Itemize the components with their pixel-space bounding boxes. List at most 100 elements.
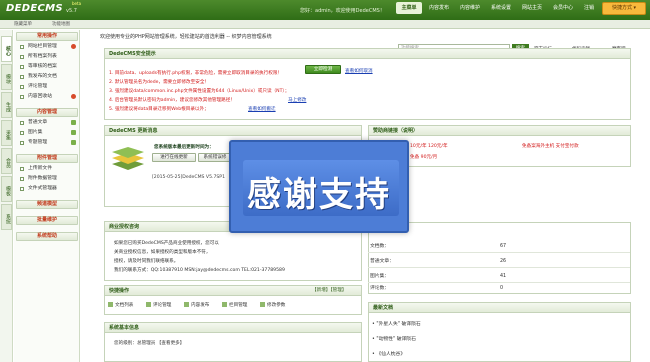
dedecms-logo: DEDECMS bbox=[6, 3, 63, 14]
side-tab-collect[interactable]: 采集 bbox=[1, 120, 12, 146]
thumbnail-icon[interactable] bbox=[71, 130, 76, 135]
link-how-cancel[interactable]: 查看如何取消 bbox=[345, 68, 373, 74]
checkbox-icon bbox=[20, 177, 24, 181]
checkbox-icon bbox=[20, 131, 24, 135]
sidebar-item[interactable]: 我发布的文档 bbox=[20, 73, 78, 81]
security-line-1: 1. 目前data、uploads有执行.php权限，非常危险，需要立即取消目录… bbox=[109, 71, 283, 76]
quick-params[interactable]: 修改参数 bbox=[260, 302, 285, 308]
sidebar-item[interactable]: 上传新文件 bbox=[20, 165, 78, 173]
latest-item[interactable]: • "动物性" 破译陨石 bbox=[372, 335, 416, 342]
nav-maintain[interactable]: 内容维护 bbox=[456, 2, 484, 14]
latest-title: 最新文档 bbox=[369, 303, 630, 313]
security-line-5: 5. 强烈建议将data目录迁移到Web根目录以外； bbox=[109, 107, 209, 112]
sidebar-section-1[interactable]: 内容管理 bbox=[16, 108, 78, 117]
sidebar-section-2[interactable]: 附件管理 bbox=[16, 154, 78, 163]
system-fix-button[interactable]: 系统错误修 bbox=[198, 153, 232, 162]
add-icon[interactable] bbox=[71, 44, 76, 49]
sidebar-item[interactable]: 图片集 bbox=[20, 129, 78, 137]
side-tab-generate[interactable]: 生成 bbox=[1, 92, 12, 118]
sidebar-item[interactable]: 评论管理 bbox=[20, 83, 78, 91]
quick-ops-manage-links[interactable]: 【新增】【管理】 bbox=[312, 287, 346, 293]
sidebar-item[interactable]: 所有档案列表 bbox=[20, 53, 78, 61]
thumbnail-icon[interactable] bbox=[71, 140, 76, 145]
thumbnail-icon[interactable] bbox=[71, 120, 76, 125]
checkbox-icon bbox=[20, 141, 24, 145]
sidebar-item[interactable]: 文件式管理器 bbox=[20, 185, 78, 193]
link-modify-now[interactable]: 马上修改 bbox=[288, 97, 306, 103]
sidebar-item-label: 图片集 bbox=[28, 130, 43, 135]
license-line-1: 如果您已购买DedeCMS产品商业使用授权，您可以 bbox=[114, 241, 219, 246]
check-now-button[interactable]: 立即检测 bbox=[305, 65, 341, 74]
sidebar-item-label: 附件数据管理 bbox=[28, 176, 57, 181]
link-how-move[interactable]: 查看如何搬迁 bbox=[248, 106, 276, 112]
sidebar-item[interactable]: 网站栏目管理 bbox=[20, 43, 78, 51]
checkbox-icon bbox=[20, 45, 24, 49]
sidebar-section-5[interactable]: 系统帮助 bbox=[16, 232, 78, 241]
nav-site-home[interactable]: 网站主页 bbox=[518, 2, 546, 14]
quick-doc-list[interactable]: 文档列表 bbox=[108, 302, 133, 308]
nav-logout[interactable]: 注销 bbox=[580, 2, 598, 14]
quick-publish[interactable]: 内容发布 bbox=[184, 302, 209, 308]
side-tab-template[interactable]: 模板 bbox=[1, 176, 12, 202]
sidebar-item-label: 网站栏目管理 bbox=[28, 44, 57, 49]
publish-icon bbox=[184, 302, 189, 307]
sidebar-section-0[interactable]: 常用操作 bbox=[16, 32, 78, 41]
security-line-4: 4. 后台管理员默认密码为admin，建议您修改其他管理路径！ bbox=[109, 98, 235, 103]
sponsor-price-2[interactable]: 免备 90元/月 bbox=[410, 154, 437, 160]
sidebar-item-label: 所有档案列表 bbox=[28, 54, 57, 59]
side-tab-module[interactable]: 模块 bbox=[1, 64, 12, 90]
sidebar-item-label: 上传新文件 bbox=[28, 166, 52, 171]
quick-columns[interactable]: 栏目管理 bbox=[222, 302, 247, 308]
sidebar-item-label: 普通文章 bbox=[28, 120, 48, 125]
stats-row: 评论数： 0 bbox=[370, 286, 504, 291]
side-tab-system[interactable]: 系统 bbox=[1, 204, 12, 230]
side-tab-core[interactable]: 核心 bbox=[1, 36, 12, 62]
sysinfo-title: 系统基本信息 bbox=[105, 323, 361, 333]
stats-row: 文档数： 67 bbox=[368, 241, 630, 253]
checkbox-icon bbox=[20, 55, 24, 59]
security-line-3: 3. 强烈建议data/common.inc.php文件属性设置为644（Lin… bbox=[109, 89, 290, 94]
sidebar-item-label: 我发布的文档 bbox=[28, 74, 57, 79]
side-tab-member[interactable]: 会员 bbox=[1, 148, 12, 174]
checkbox-icon bbox=[20, 75, 24, 79]
sponsor-title: 赞助商链接（说明） bbox=[369, 126, 630, 136]
sponsor-host-link[interactable]: 免备案海外主机 支付宝付款 bbox=[522, 143, 579, 149]
sidebar-item-label: 文件式管理器 bbox=[28, 186, 57, 191]
quick-comments[interactable]: 评论管理 bbox=[146, 302, 171, 308]
sidebar-item[interactable]: 内容回收站 bbox=[20, 93, 78, 101]
online-update-button[interactable]: 进行在线更新 bbox=[152, 153, 196, 162]
security-panel-title: DedeCMS安全提示 bbox=[105, 49, 630, 59]
update-panel-title: DedeCMS 更新消息 bbox=[105, 126, 361, 136]
checkbox-icon bbox=[20, 95, 24, 99]
beta-badge: beta bbox=[72, 1, 82, 6]
sidebar-section-3[interactable]: 频道模型 bbox=[16, 200, 78, 209]
checkbox-icon bbox=[20, 85, 24, 89]
thanks-overlay: 感谢支持 bbox=[229, 140, 409, 233]
nav-settings[interactable]: 系统设置 bbox=[487, 2, 515, 14]
stats-row: 普通文章： 26 bbox=[368, 256, 630, 268]
quick-mode-button[interactable]: 快捷方式 ▾ bbox=[602, 2, 646, 15]
latest-item[interactable]: • "外星人失" 破译陨石 bbox=[372, 320, 421, 327]
update-message: 您系统版本最后更新时间为： bbox=[154, 145, 214, 150]
sponsor-price-1[interactable]: 10元/年 120元/年 bbox=[410, 143, 448, 149]
sidebar-section-4[interactable]: 批量维护 bbox=[16, 216, 78, 225]
breadcrumb: 欢迎使用专业的PHP网站管理系统，轻松建站的首选利器 -- 织梦内容管理系统 bbox=[100, 34, 272, 40]
sidebar-item[interactable]: 普通文章 bbox=[20, 119, 78, 127]
doc-list-icon bbox=[108, 302, 113, 307]
function-map-button[interactable]: 功能地图 bbox=[52, 21, 70, 28]
update-stack-icon bbox=[110, 145, 146, 171]
sidebar-item[interactable]: 等审核的档案 bbox=[20, 63, 78, 71]
nav-main-menu[interactable]: 主菜单 bbox=[396, 2, 422, 14]
side-tabs: 核心 模块 生成 采集 会员 模板 系统 bbox=[0, 30, 13, 362]
sidebar-item[interactable]: 附件数据管理 bbox=[20, 175, 78, 183]
latest-item[interactable]: • 《仙人枕谷》 bbox=[372, 350, 405, 357]
add-icon[interactable] bbox=[71, 94, 76, 99]
checkbox-icon bbox=[20, 65, 24, 69]
welcome-text: 您好：admin，欢迎使用DedeCMS！ bbox=[300, 8, 385, 14]
nav-member-center[interactable]: 会员中心 bbox=[549, 2, 577, 14]
thanks-text: 感谢支持 bbox=[247, 175, 391, 215]
hide-menu-button[interactable]: 隐藏菜单 bbox=[14, 21, 32, 28]
sidebar-item[interactable]: 专题管理 bbox=[20, 139, 78, 147]
license-line-2: 关商业授权信息，如果授权的类型和版本不符， bbox=[114, 250, 211, 255]
nav-publish[interactable]: 内容发布 bbox=[425, 2, 453, 14]
